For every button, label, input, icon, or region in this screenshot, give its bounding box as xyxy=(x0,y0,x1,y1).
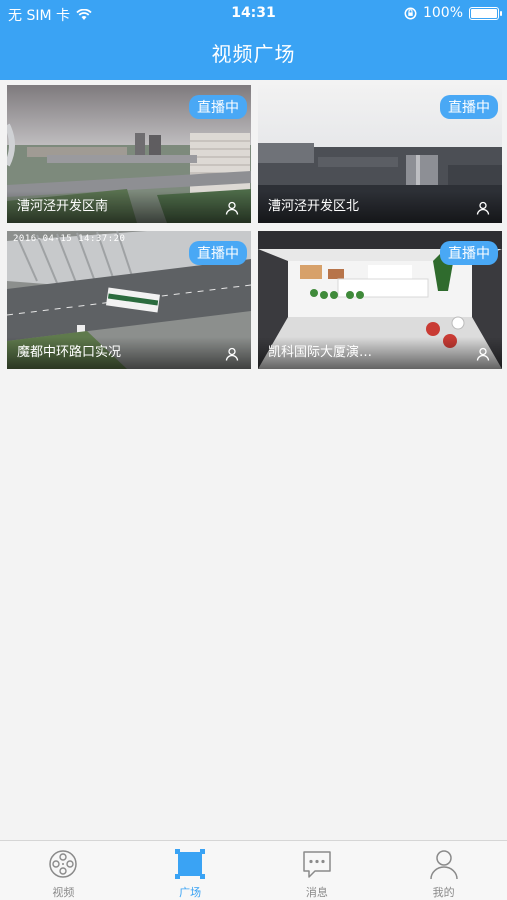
live-badge: 直播中 xyxy=(440,95,498,119)
tab-bar: 视频 广场 消息 我的 xyxy=(0,840,507,900)
chat-bubble-icon xyxy=(303,851,331,878)
person-icon xyxy=(476,347,490,361)
live-badge: 直播中 xyxy=(189,241,247,265)
battery-percent: 100% xyxy=(422,5,463,21)
tile-caption: 漕河泾开发区南 xyxy=(7,191,251,223)
live-tile[interactable]: 直播中 2016-04-15 14:37:20 魔都中环路口实况 xyxy=(7,231,251,369)
live-tile[interactable]: 直播中 漕河泾开发区南 xyxy=(7,85,251,223)
live-grid: 直播中 漕河泾开发区南 直播中 漕河泾开发区北 直播中 2016-04-15 1… xyxy=(7,85,502,369)
status-bar: 无 SIM 卡 14:31 100% xyxy=(0,0,507,28)
tab-label: 广场 xyxy=(179,886,202,899)
live-badge: 直播中 xyxy=(440,241,498,265)
live-badge: 直播中 xyxy=(189,95,247,119)
tab-video[interactable]: 视频 xyxy=(0,841,127,900)
plaza-square-icon xyxy=(175,849,206,879)
page-title: 视频广场 xyxy=(211,42,296,66)
person-icon xyxy=(476,201,490,215)
tile-title: 魔都中环路口实况 xyxy=(17,345,122,360)
tile-title: 凯科国际大厦演… xyxy=(268,345,373,360)
person-icon xyxy=(429,850,458,880)
top-header: 无 SIM 卡 14:31 100% 视频广场 xyxy=(0,0,507,80)
live-tile[interactable]: 直播中 漕河泾开发区北 xyxy=(258,85,502,223)
tile-caption: 凯科国际大厦演… xyxy=(258,337,502,369)
tab-label: 视频 xyxy=(52,886,75,899)
video-timestamp: 2016-04-15 14:37:20 xyxy=(13,234,126,244)
tab-label: 我的 xyxy=(432,886,455,899)
tab-label: 消息 xyxy=(305,886,328,899)
orientation-lock-icon xyxy=(404,7,417,19)
person-icon xyxy=(225,201,239,215)
tab-mine[interactable]: 我的 xyxy=(380,841,507,900)
live-tile[interactable]: uucu 直播中 凯科国际大厦演… xyxy=(258,231,502,369)
tile-caption: 漕河泾开发区北 xyxy=(258,191,502,223)
person-icon xyxy=(225,347,239,361)
tab-messages[interactable]: 消息 xyxy=(254,841,381,900)
tab-plaza[interactable]: 广场 xyxy=(127,841,254,900)
tile-title: 漕河泾开发区北 xyxy=(268,199,360,214)
battery-icon xyxy=(469,6,502,20)
tile-title: 漕河泾开发区南 xyxy=(17,199,109,214)
tile-caption: 魔都中环路口实况 xyxy=(7,337,251,369)
film-reel-icon xyxy=(49,850,78,878)
